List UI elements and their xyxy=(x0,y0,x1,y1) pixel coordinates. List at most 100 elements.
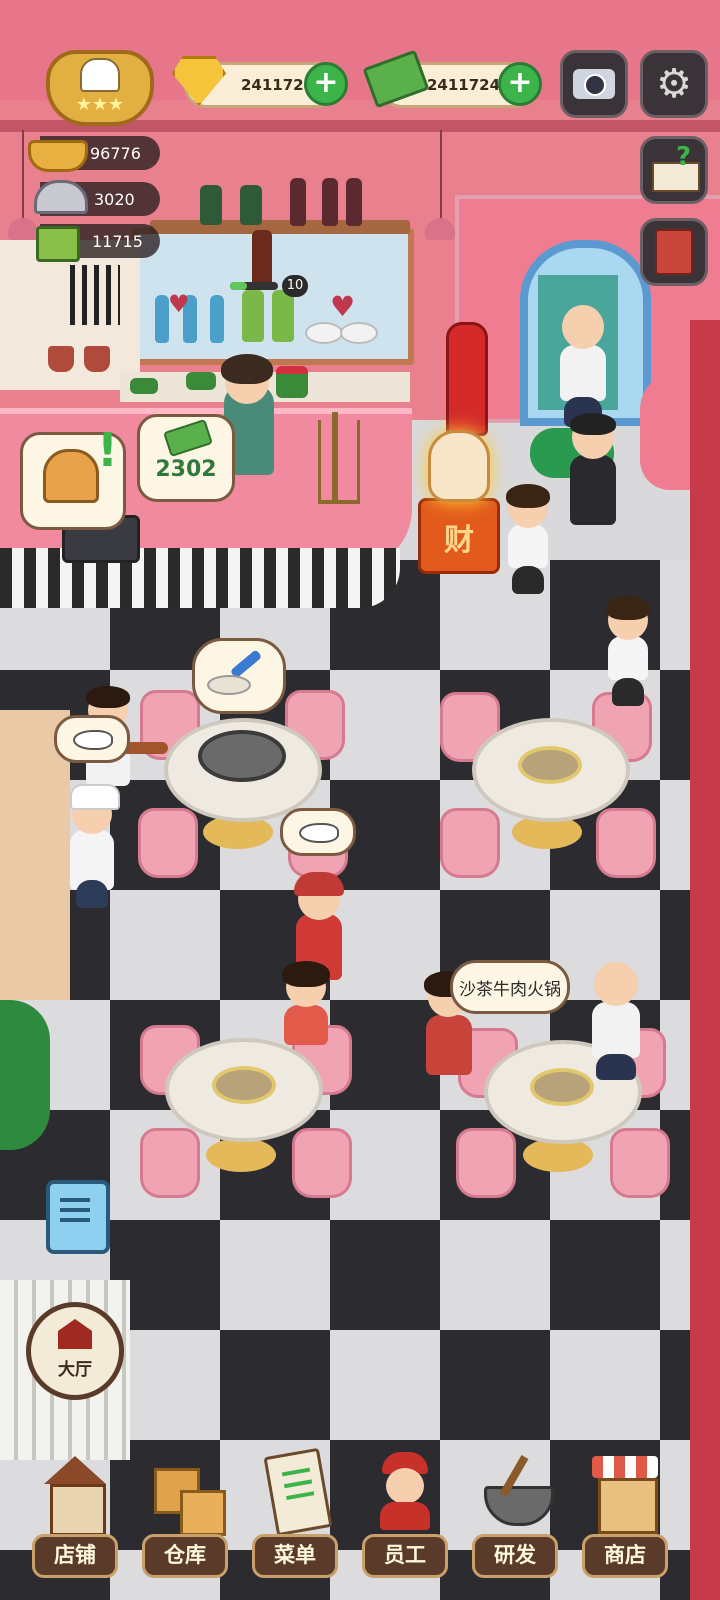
waitress-character[interactable] xyxy=(504,484,552,613)
customer-man-bald[interactable] xyxy=(586,960,646,1080)
fish-icon xyxy=(73,730,113,750)
bottle xyxy=(210,295,224,343)
head xyxy=(594,962,638,1006)
vent-grille xyxy=(70,265,120,325)
trousers xyxy=(596,1054,636,1080)
add-cash-button[interactable]: + xyxy=(498,62,542,106)
order-speech-bubble: 沙茶牛肉火锅 xyxy=(450,960,570,1014)
cash-stack-icon xyxy=(163,418,213,458)
nav-store-label: 商店 xyxy=(582,1534,668,1578)
customer-businessman[interactable] xyxy=(566,413,622,535)
chair xyxy=(138,808,198,878)
nav-store[interactable]: 商店 xyxy=(578,1436,674,1586)
broom-icon xyxy=(229,649,263,679)
pot-stat-value: 96776 xyxy=(90,143,141,163)
beer-bottle-icon xyxy=(252,230,272,290)
chair xyxy=(610,1128,670,1198)
add-gems-button[interactable]: + xyxy=(304,62,348,106)
bottle xyxy=(322,178,338,226)
nav-research-label: 研发 xyxy=(472,1534,558,1578)
chef-hat-badge-icon: ★★★ xyxy=(46,50,154,126)
hotpot-dish xyxy=(198,730,286,782)
counter-base xyxy=(0,548,400,608)
hair xyxy=(282,961,330,987)
help-book-icon: ? xyxy=(652,142,700,192)
candelabra xyxy=(318,420,360,504)
bottle xyxy=(272,290,294,342)
pendant-lamp xyxy=(425,218,455,240)
hotpot-icon xyxy=(28,140,88,172)
waitress-character[interactable] xyxy=(604,596,652,725)
customer-girl-seated[interactable] xyxy=(278,961,334,1065)
blouse xyxy=(608,636,648,680)
dirty-dishes-icon xyxy=(207,675,251,695)
shirt xyxy=(592,1002,640,1058)
heart-decor-icon: ♥ xyxy=(168,290,190,318)
shirt xyxy=(284,1005,328,1045)
red-postbox[interactable] xyxy=(446,322,488,436)
chair xyxy=(140,1128,200,1198)
research-wok-icon xyxy=(480,1446,554,1530)
flower-pot xyxy=(276,366,308,398)
red-cap xyxy=(294,872,344,896)
suit xyxy=(570,455,616,525)
chair xyxy=(596,808,656,878)
notebook-button[interactable] xyxy=(640,218,708,286)
hair xyxy=(570,413,616,435)
camera-button[interactable] xyxy=(560,50,628,118)
hair xyxy=(506,484,550,508)
mug xyxy=(84,346,110,372)
heart-decor-icon: ♥ xyxy=(330,290,356,323)
hair xyxy=(606,596,650,620)
bar-shelf xyxy=(150,220,410,234)
trousers xyxy=(76,880,108,908)
skirt xyxy=(512,566,544,594)
store-front-icon xyxy=(590,1446,660,1534)
blouse xyxy=(508,524,548,568)
nav-warehouse[interactable]: 仓库 xyxy=(138,1436,234,1586)
brew-progress-bar xyxy=(230,282,278,290)
tip-cash-bubble[interactable]: 2302 xyxy=(137,414,235,502)
settings-button[interactable]: ⚙ xyxy=(640,50,708,118)
hall-label: 大厅 xyxy=(58,1360,92,1380)
lucky-cat-pedestal[interactable]: 财 xyxy=(418,498,500,574)
nav-staff-label: 员工 xyxy=(362,1534,448,1578)
bottle xyxy=(240,185,262,225)
help-button[interactable]: ? xyxy=(640,136,708,204)
hotpot-burner xyxy=(530,1068,594,1106)
plate-stack xyxy=(305,322,343,344)
shop-house-icon xyxy=(40,1446,110,1536)
nav-research[interactable]: 研发 xyxy=(468,1436,564,1586)
fish-order-bubble xyxy=(54,715,130,763)
cleaning-needed-bubble[interactable] xyxy=(192,638,286,714)
tip-amount: 2302 xyxy=(155,457,217,482)
recipe-book-icon xyxy=(36,226,80,262)
nav-menu[interactable]: 菜单 xyxy=(248,1436,344,1586)
chef-character[interactable] xyxy=(66,784,120,910)
lucky-cat-icon xyxy=(428,430,490,502)
nav-warehouse-label: 仓库 xyxy=(142,1534,228,1578)
lamp-cord xyxy=(22,130,24,220)
service-bell-bubble[interactable]: ! xyxy=(20,423,126,530)
dish-stat-value: 3020 xyxy=(94,189,135,209)
uniform xyxy=(426,1015,472,1075)
brew-count-label: 10 xyxy=(286,278,304,293)
hall-button[interactable]: 大厅 xyxy=(26,1302,124,1400)
gear-icon: ⚙ xyxy=(656,61,692,107)
nav-shop-label: 店铺 xyxy=(32,1534,118,1578)
customer-man-bald[interactable] xyxy=(556,305,612,427)
lucky-cat-label: 财 xyxy=(444,523,474,558)
chair xyxy=(456,1128,516,1198)
mug xyxy=(48,346,74,372)
nav-staff[interactable]: 员工 xyxy=(358,1436,454,1586)
nav-shop[interactable]: 店铺 xyxy=(28,1436,124,1586)
chef-hat xyxy=(80,58,120,92)
order-clipboard-button[interactable] xyxy=(46,1180,110,1254)
fish-order-bubble xyxy=(280,808,356,856)
chef-hat xyxy=(70,784,120,810)
hotpot-burner xyxy=(212,1066,276,1104)
level-badge[interactable]: ★★★ xyxy=(40,46,154,126)
plant-pot xyxy=(130,378,158,394)
plant-pot xyxy=(186,372,216,390)
bottle xyxy=(346,178,362,226)
